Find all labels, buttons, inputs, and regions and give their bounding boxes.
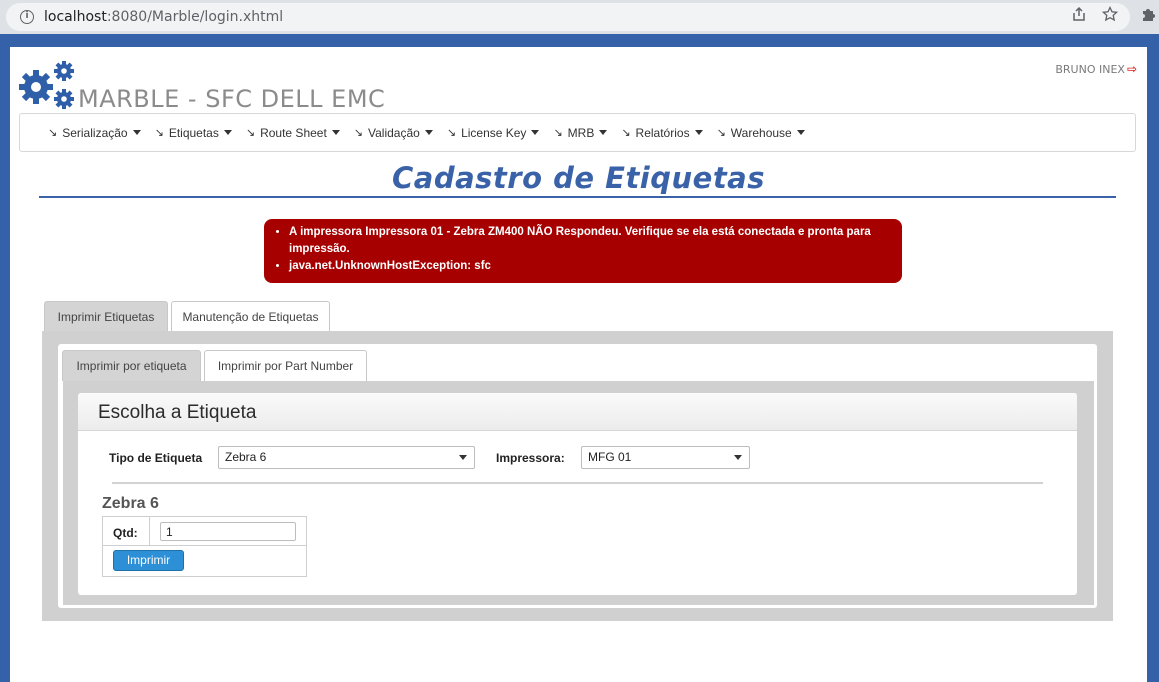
menu-warehouse[interactable]: ↘ Warehouse — [717, 126, 805, 140]
arrow-icon: ↘ — [245, 127, 256, 139]
main-menubar: ↘ Serialização ↘ Etiquetas ↘ Route Sheet ↘ V… — [19, 113, 1136, 152]
tab-imprimir-por-part-number[interactable]: Imprimir por Part Number — [204, 350, 367, 381]
user-logout-link[interactable]: BRUNO INEX ⇨ — [1055, 62, 1137, 76]
caret-down-icon — [223, 130, 232, 135]
brand-name: MARBLE - SFC DELL EMC — [78, 85, 386, 113]
arrow-icon: ↘ — [48, 127, 58, 139]
arrow-icon: ↘ — [553, 127, 563, 139]
page-frame-top — [0, 34, 1159, 47]
page-title: Cadastro de Etiquetas — [391, 161, 766, 195]
share-icon[interactable] — [1069, 6, 1089, 26]
error-message: A impressora Impressora 01 - Zebra ZM400… — [289, 224, 888, 258]
arrow-icon: ↘ — [716, 127, 726, 139]
selected-label-title: Zebra 6 — [102, 495, 159, 512]
url-text[interactable]: localhost:8080/Marble/login.xhtml — [44, 9, 283, 25]
dropdown-caret-icon — [734, 455, 742, 460]
caret-down-icon — [694, 130, 703, 135]
form-separator — [112, 482, 1043, 484]
arrow-icon: ↘ — [446, 127, 457, 139]
print-form-col-divider — [149, 516, 150, 545]
impressora-value: MFG 01 — [588, 450, 632, 464]
menu-route-sheet[interactable]: ↘ Route Sheet — [246, 126, 340, 140]
menu-label: MRB — [567, 125, 595, 140]
menu-label: Route Sheet — [260, 125, 327, 140]
browser-toolbar: i localhost:8080/Marble/login.xhtml — [0, 0, 1159, 34]
page-frame-right — [1147, 34, 1159, 682]
tipo-etiqueta-value: Zebra 6 — [225, 450, 267, 464]
imprimir-button[interactable]: Imprimir — [113, 550, 184, 571]
menu-label: Serialização — [62, 125, 128, 140]
gears-logo-icon — [19, 61, 74, 109]
menu-label: License Key — [461, 125, 527, 140]
card-title: Escolha a Etiqueta — [98, 402, 257, 423]
menu-label: Relatórios — [635, 125, 690, 140]
page-content: MARBLE - SFC DELL EMC BRUNO INEX ⇨ ↘ Seria… — [10, 47, 1147, 682]
menu-label: Warehouse — [730, 125, 792, 140]
menu-serializacao[interactable]: ↘ Serialização — [48, 126, 141, 140]
page-frame-left — [0, 34, 10, 682]
error-messages: A impressora Impressora 01 - Zebra ZM400… — [264, 219, 902, 283]
bookmark-star-icon[interactable] — [1100, 5, 1120, 26]
tab-manutencao-etiquetas[interactable]: Manutenção de Etiquetas — [171, 301, 330, 332]
error-message: java.net.UnknownHostException: sfc — [289, 258, 888, 275]
logout-icon[interactable]: ⇨ — [1127, 62, 1137, 76]
caret-down-icon — [531, 130, 540, 135]
address-bar[interactable]: i localhost:8080/Marble/login.xhtml — [6, 3, 1130, 31]
user-name[interactable]: BRUNO INEX — [1055, 63, 1125, 76]
print-form-row-divider — [102, 545, 307, 546]
menu-label: Etiquetas — [168, 125, 219, 140]
tipo-etiqueta-label: Tipo de Etiqueta — [109, 451, 203, 465]
tab-imprimir-etiquetas[interactable]: Imprimir Etiquetas — [44, 301, 168, 332]
qtd-label: Qtd: — [113, 526, 138, 540]
caret-down-icon — [424, 130, 433, 135]
caret-down-icon — [599, 130, 608, 135]
tab-imprimir-por-etiqueta[interactable]: Imprimir por etiqueta — [62, 350, 201, 381]
menu-mrb[interactable]: ↘ MRB — [553, 125, 608, 140]
arrow-icon: ↘ — [353, 127, 364, 139]
arrow-icon: ↘ — [621, 127, 631, 139]
extensions-puzzle-icon[interactable] — [1138, 6, 1158, 26]
impressora-label: Impressora: — [496, 451, 565, 465]
arrow-icon: ↘ — [154, 127, 164, 139]
dropdown-caret-icon — [459, 455, 467, 460]
menu-license-key[interactable]: ↘ License Key — [447, 126, 540, 140]
tipo-etiqueta-select[interactable]: Zebra 6 — [218, 446, 475, 469]
title-divider — [39, 196, 1116, 198]
menu-label: Validação — [368, 125, 420, 140]
menu-validacao[interactable]: ↘ Validação — [354, 126, 433, 140]
impressora-select[interactable]: MFG 01 — [581, 446, 750, 469]
caret-down-icon — [132, 130, 141, 135]
menu-etiquetas[interactable]: ↘ Etiquetas — [155, 126, 232, 140]
qtd-input[interactable] — [160, 522, 296, 541]
info-icon[interactable]: i — [20, 10, 34, 24]
caret-down-icon — [796, 130, 805, 135]
menu-relatorios[interactable]: ↘ Relatórios — [621, 125, 703, 140]
caret-down-icon — [331, 130, 340, 135]
